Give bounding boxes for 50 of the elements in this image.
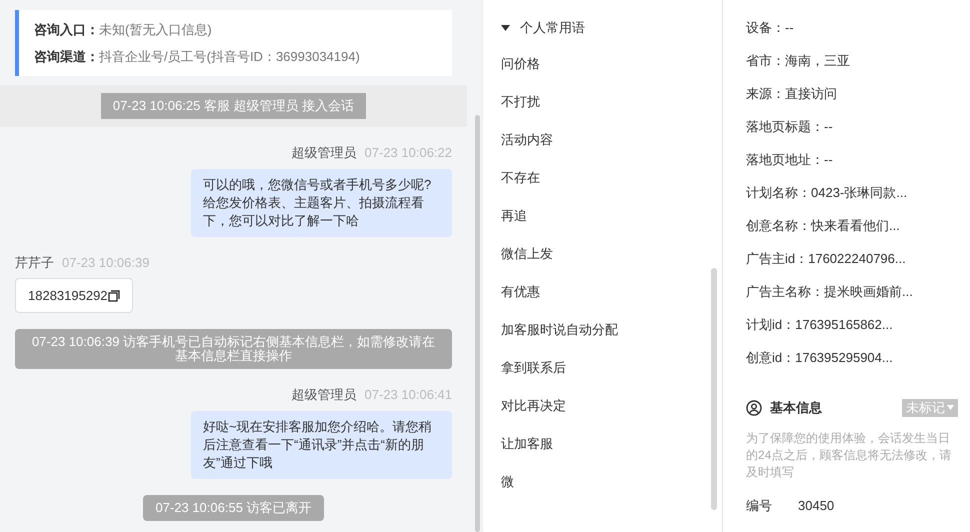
field-value: 30450 (798, 496, 834, 514)
info-label: 咨询入口： (34, 20, 99, 38)
field-label: 编号 (746, 496, 772, 514)
phrase-item[interactable]: 微 (501, 472, 514, 510)
info-value: 未知(暂无入口信息) (99, 20, 212, 39)
message-bubble: 好哒~现在安排客服加您介绍哈。请您稍后注意查看一下“通讯录”并点击“新的朋友”通过下哦 (191, 410, 452, 478)
detail-text: 创意名称：快来看看他们... (746, 217, 900, 235)
caret-icon (947, 405, 954, 410)
system-message: 07-23 10:06:39 访客手机号已自动标记右侧基本信息栏，如需修改请在基本信息栏直接操作 (15, 329, 452, 369)
detail-text: 广告主名称：提米映画婚前... (746, 283, 913, 301)
message-time: 07-23 10:06:41 (364, 386, 452, 404)
phrase-item[interactable]: 问价格 (501, 54, 540, 92)
detail-text: 落地页标题：-- (746, 118, 833, 136)
phrase-item[interactable]: 对比再决定 (501, 396, 566, 434)
message-time: 07-23 10:06:39 (62, 254, 150, 272)
detail-text: 计划名称：0423-张琳同款... (746, 184, 908, 202)
user-icon (746, 400, 762, 416)
phone-number: 18283195292 (28, 286, 108, 305)
group-title: 个人常用语 (520, 19, 585, 38)
phrase-item[interactable]: 让加客服 (501, 434, 553, 472)
phrase-group-header[interactable]: 个人常用语 (501, 18, 722, 38)
copy-icon[interactable] (108, 290, 120, 302)
phrase-item[interactable]: 拿到联系后 (501, 358, 566, 396)
phrase-item[interactable]: 不打扰 (501, 92, 540, 130)
message-time: 07-23 10:06:22 (364, 144, 452, 162)
system-message: 07-23 10:06:55 访客已离开 (143, 494, 324, 520)
detail-text: 落地页地址：-- (746, 151, 833, 169)
detail-text: 来源：直接访问 (746, 85, 837, 103)
detail-text: 计划id：176395165862... (746, 316, 893, 334)
phrase-item[interactable]: 微信上发 (501, 244, 553, 282)
section-title: 基本信息 (770, 399, 822, 417)
info-label: 咨询渠道： (34, 48, 99, 66)
detail-text: 省市：海南，三亚 (746, 52, 850, 70)
phrase-item[interactable]: 不存在 (501, 168, 540, 206)
detail-text: 广告主id：176022240796... (746, 250, 906, 268)
phrase-item[interactable]: 有优惠 (501, 282, 540, 320)
phrase-item[interactable]: 再追 (501, 206, 527, 244)
system-message: 07-23 10:06:25 客服 超级管理员 接入会话 (100, 93, 366, 119)
sender-name: 超级管理员 (292, 144, 357, 162)
info-value: 抖音企业号/员工号(抖音号ID：36993034194) (99, 48, 360, 66)
phrase-item[interactable]: 活动内容 (501, 130, 553, 168)
sender-name: 超级管理员 (292, 386, 357, 404)
scrollbar[interactable] (711, 268, 717, 510)
phrase-item[interactable]: 加客服时说自动分配 (501, 320, 618, 358)
detail-text: 创意id：176395295904... (746, 349, 893, 367)
scrollbar[interactable] (475, 115, 480, 532)
notice-text: 为了保障您的使用体验，会话发生当日的24点之后，顾客信息将无法修改，请及时填写 (746, 430, 952, 480)
detail-text: 设备：-- (746, 19, 794, 37)
message-bubble: 可以的哦，您微信号或者手机号多少呢?给您发价格表、主题客片、拍摄流程看下，您可以对比了解一下哈 (191, 168, 452, 236)
sender-name: 芹芹子 (15, 254, 54, 272)
